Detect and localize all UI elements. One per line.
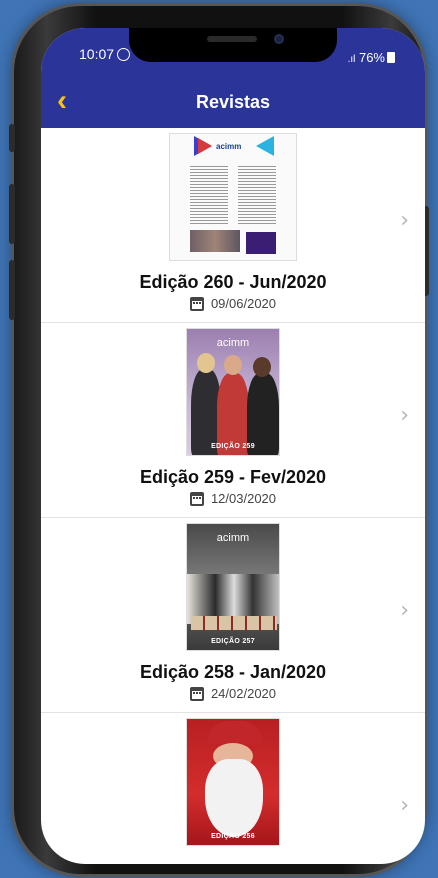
magazine-cover: acimm EDIÇÃO 256 bbox=[186, 718, 280, 846]
cover-person-head bbox=[224, 355, 242, 375]
cover-ad-block bbox=[246, 232, 276, 254]
date-text: 24/02/2020 bbox=[210, 686, 277, 701]
date-text: 09/06/2020 bbox=[210, 296, 277, 311]
calendar-icon bbox=[189, 491, 204, 506]
cover-brand: acimm bbox=[216, 337, 250, 349]
edition-date: 09/06/2020 bbox=[189, 296, 277, 311]
volume-up-button bbox=[9, 184, 15, 244]
list-item[interactable]: acimm EDIÇÃO 257 Edição 258 - Jan/2020 2… bbox=[41, 518, 425, 713]
battery-text: 76% bbox=[358, 50, 385, 65]
speaker bbox=[207, 36, 257, 42]
santa-hat bbox=[207, 721, 263, 743]
logo-triangle-red bbox=[198, 138, 212, 154]
logo-triangle-cyan bbox=[256, 136, 274, 156]
notch bbox=[129, 28, 337, 62]
magazine-cover: acimm bbox=[169, 133, 297, 261]
edition-date: 24/02/2020 bbox=[189, 686, 277, 701]
edition-title: Edição 259 - Fev/2020 bbox=[139, 467, 327, 487]
status-indicators: .ıl 76% bbox=[348, 50, 395, 65]
cover-label: EDIÇÃO 259 bbox=[211, 443, 255, 450]
cover-label: EDIÇÃO 257 bbox=[211, 638, 255, 645]
list-item[interactable]: acimm EDIÇÃO 256 › bbox=[41, 713, 425, 864]
magazine-cover: acimm EDIÇÃO 257 bbox=[186, 523, 280, 651]
cover-photo-grid bbox=[190, 230, 240, 252]
list-item[interactable]: acimm Edição 260 - Jun/2020 09/06/2020 › bbox=[41, 128, 425, 323]
phone-frame: 10:07 .ıl 76% ‹ Revistas acimm Edição 26… bbox=[9, 6, 429, 874]
edition-title: Edição 258 - Jan/2020 bbox=[139, 662, 327, 682]
cover-brand: acimm bbox=[216, 142, 242, 151]
cover-label: EDIÇÃO 256 bbox=[211, 833, 255, 840]
santa-beard bbox=[205, 759, 263, 837]
cover-person-head bbox=[253, 357, 271, 377]
page-title: Revistas bbox=[195, 92, 271, 112]
list-item[interactable]: acimm EDIÇÃO 259 Edição 259 - Fev/2020 1… bbox=[41, 323, 425, 518]
date-text: 12/03/2020 bbox=[210, 491, 277, 506]
chevron-right-icon: › bbox=[400, 793, 409, 818]
signal-icon: .ıl bbox=[347, 54, 356, 65]
battery-icon bbox=[387, 52, 395, 63]
cover-text-column bbox=[238, 164, 276, 226]
app-header: 10:07 .ıl 76% ‹ Revistas bbox=[41, 28, 425, 128]
time-text: 10:07 bbox=[79, 46, 115, 62]
front-camera bbox=[274, 34, 284, 44]
chevron-right-icon: › bbox=[400, 208, 409, 233]
edition-date: 12/03/2020 bbox=[189, 491, 277, 506]
calendar-icon bbox=[189, 686, 204, 701]
cover-brand: acimm bbox=[216, 532, 250, 544]
whatsapp-icon bbox=[117, 48, 131, 61]
magazine-cover: acimm EDIÇÃO 259 bbox=[186, 328, 280, 456]
cover-text-column bbox=[190, 164, 228, 226]
status-time: 10:07 bbox=[79, 46, 131, 62]
cover-person-head bbox=[197, 353, 215, 373]
chevron-right-icon: › bbox=[400, 598, 409, 623]
cover-gift-boxes bbox=[191, 616, 277, 630]
mute-switch bbox=[9, 124, 15, 152]
screen: 10:07 .ıl 76% ‹ Revistas acimm Edição 26… bbox=[41, 28, 425, 864]
calendar-icon bbox=[189, 296, 204, 311]
edition-title: Edição 260 - Jun/2020 bbox=[139, 272, 327, 292]
magazine-list: acimm Edição 260 - Jun/2020 09/06/2020 ›… bbox=[41, 128, 425, 864]
volume-down-button bbox=[9, 260, 15, 320]
chevron-right-icon: › bbox=[400, 403, 409, 428]
